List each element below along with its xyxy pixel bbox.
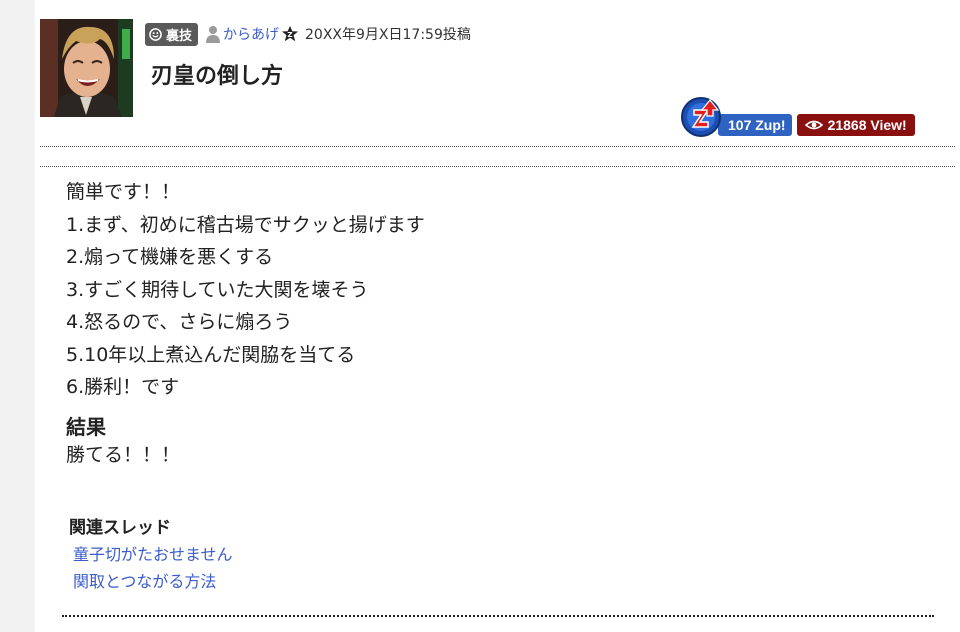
zup-logo-icon[interactable] <box>680 96 724 138</box>
body-line: 5.10年以上煮込んだ関脇を当てる <box>66 343 356 366</box>
post-container: 裏技 からあげ Z 20XX年9月X日17:59投稿 刃皇の倒し方 107 Zu… <box>35 0 960 632</box>
body-line: 2.煽って機嫌を悪くする <box>66 246 274 268</box>
post-body: 簡単です！！ 1.まず、初めに稽古場でサクッと揚げます 2.煽って機嫌を悪くする… <box>66 176 425 404</box>
author-link[interactable]: からあげ <box>223 24 279 44</box>
body-line: 4.怒るので、さらに煽ろう <box>66 311 293 333</box>
related-threads-list: 童子切がたおせません 関取とつながる方法 <box>73 541 233 595</box>
eye-icon <box>804 120 823 130</box>
post-stats: 107 Zup! 21868 View! <box>680 96 915 138</box>
category-badge[interactable]: 裏技 <box>145 22 199 46</box>
page-title: 刃皇の倒し方 <box>151 64 284 89</box>
result-text: 勝てる！！！ <box>66 444 181 466</box>
header-divider-top <box>40 146 955 147</box>
rank-icon: Z <box>281 25 299 42</box>
body-line: 6.勝利！です <box>66 376 180 398</box>
user-icon <box>206 26 221 43</box>
result-heading: 結果 <box>66 415 106 439</box>
body-line: 1.まず、初めに稽古場でサクッと揚げます <box>66 213 425 236</box>
view-count: 21868 View! <box>827 117 907 133</box>
author-avatar[interactable] <box>40 19 133 117</box>
category-label: 裏技 <box>166 28 193 44</box>
post-date: 20XX年9月X日17:59投稿 <box>305 27 471 43</box>
related-thread-link[interactable]: 童子切がたおせません <box>73 541 233 568</box>
body-line: 簡単です！！ <box>66 181 181 203</box>
svg-text:Z: Z <box>287 30 292 39</box>
related-thread-link[interactable]: 関取とつながる方法 <box>73 568 233 595</box>
related-threads-heading: 関連スレッド <box>69 518 171 538</box>
zup-button[interactable]: 107 Zup! <box>718 114 792 136</box>
header-divider-bottom <box>40 166 955 167</box>
view-count-badge: 21868 View! <box>796 114 915 136</box>
smile-icon <box>149 27 162 41</box>
footer-divider <box>62 615 934 617</box>
body-line: 3.すごく期待していた大関を壊そう <box>66 278 369 301</box>
post-meta: 裏技 からあげ Z 20XX年9月X日17:59投稿 <box>145 22 471 46</box>
